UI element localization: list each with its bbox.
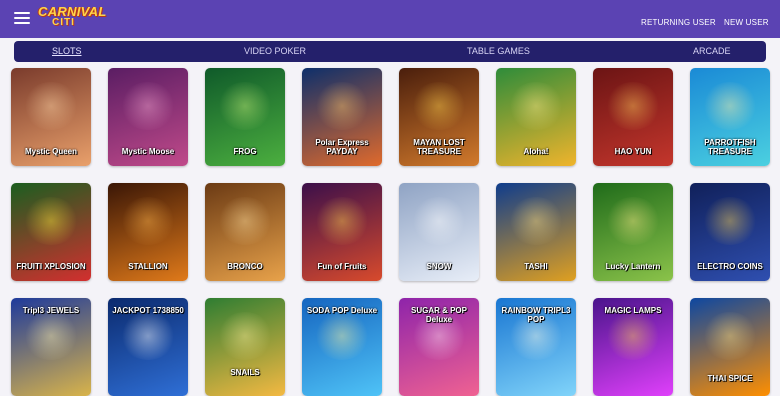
- game-art: [120, 312, 176, 360]
- game-tile[interactable]: FROG: [205, 68, 285, 166]
- game-title: THAI SPICE: [707, 374, 753, 383]
- game-title: STALLION: [128, 262, 168, 271]
- game-tile[interactable]: BRONCO: [205, 183, 285, 281]
- game-grid: Mystic Queen Mystic Moose FROG Polar Exp…: [0, 0, 780, 396]
- game-title: PARROTFISH TREASURE: [704, 138, 756, 156]
- game-art: [217, 312, 273, 360]
- game-title: RAINBOW TRIPL3 POP: [501, 306, 571, 324]
- game-title: Aloha!: [523, 147, 549, 156]
- game-tile[interactable]: SNAILS: [205, 298, 285, 396]
- game-tile[interactable]: SODA POP Deluxe: [302, 298, 382, 396]
- game-title: JACKPOT 1738850: [112, 306, 184, 315]
- game-title: MAGIC LAMPS: [604, 306, 662, 315]
- game-title: ELECTRO COINS: [697, 262, 763, 271]
- game-tile[interactable]: Tripl3 JEWELS: [11, 298, 91, 396]
- game-art: [605, 312, 661, 360]
- game-title: Polar Express PAYDAY: [315, 138, 369, 156]
- game-title: TASHI: [524, 262, 548, 271]
- game-title: SUGAR & POP Deluxe: [410, 306, 467, 324]
- game-title: Lucky Lantern: [605, 262, 661, 271]
- game-title: HAO YUN: [614, 147, 652, 156]
- game-title: SNOW: [426, 262, 452, 271]
- game-art: [23, 197, 79, 245]
- game-tile[interactable]: Mystic Moose: [108, 68, 188, 166]
- game-art: [508, 82, 564, 130]
- game-tile[interactable]: TASHI: [496, 183, 576, 281]
- game-art: [314, 312, 370, 360]
- game-tile[interactable]: Aloha!: [496, 68, 576, 166]
- game-title: Mystic Moose: [121, 147, 175, 156]
- game-title: SNAILS: [230, 368, 260, 377]
- game-tile[interactable]: STALLION: [108, 183, 188, 281]
- game-tile[interactable]: Fun of Fruits: [302, 183, 382, 281]
- game-tile[interactable]: MAYAN LOST TREASURE: [399, 68, 479, 166]
- game-title: Mystic Queen: [24, 147, 77, 156]
- game-art: [702, 312, 758, 360]
- game-tile[interactable]: RAINBOW TRIPL3 POP: [496, 298, 576, 396]
- game-tile[interactable]: Polar Express PAYDAY: [302, 68, 382, 166]
- game-art: [314, 197, 370, 245]
- game-art: [23, 312, 79, 360]
- game-art: [120, 197, 176, 245]
- game-art: [508, 197, 564, 245]
- game-art: [217, 82, 273, 130]
- game-art: [605, 197, 661, 245]
- game-tile[interactable]: Lucky Lantern: [593, 183, 673, 281]
- game-title: Tripl3 JEWELS: [22, 306, 80, 315]
- game-tile[interactable]: HAO YUN: [593, 68, 673, 166]
- game-tile[interactable]: FRUITI XPLOSION: [11, 183, 91, 281]
- game-tile[interactable]: JACKPOT 1738850: [108, 298, 188, 396]
- game-tile[interactable]: PARROTFISH TREASURE: [690, 68, 770, 166]
- game-title: Fun of Fruits: [317, 262, 367, 271]
- game-title: FRUITI XPLOSION: [16, 262, 86, 271]
- game-art: [217, 197, 273, 245]
- game-art: [702, 82, 758, 130]
- game-art: [120, 82, 176, 130]
- game-title: FROG: [233, 147, 257, 156]
- game-art: [314, 82, 370, 130]
- game-tile[interactable]: Mystic Queen: [11, 68, 91, 166]
- game-art: [411, 82, 467, 130]
- game-title: SODA POP Deluxe: [306, 306, 378, 315]
- game-art: [411, 197, 467, 245]
- game-art: [702, 197, 758, 245]
- game-tile[interactable]: ELECTRO COINS: [690, 183, 770, 281]
- game-art: [23, 82, 79, 130]
- game-tile[interactable]: MAGIC LAMPS: [593, 298, 673, 396]
- game-tile[interactable]: SNOW: [399, 183, 479, 281]
- game-title: MAYAN LOST TREASURE: [413, 138, 465, 156]
- game-tile[interactable]: THAI SPICE: [690, 298, 770, 396]
- game-art: [605, 82, 661, 130]
- game-tile[interactable]: SUGAR & POP Deluxe: [399, 298, 479, 396]
- game-title: BRONCO: [227, 262, 263, 271]
